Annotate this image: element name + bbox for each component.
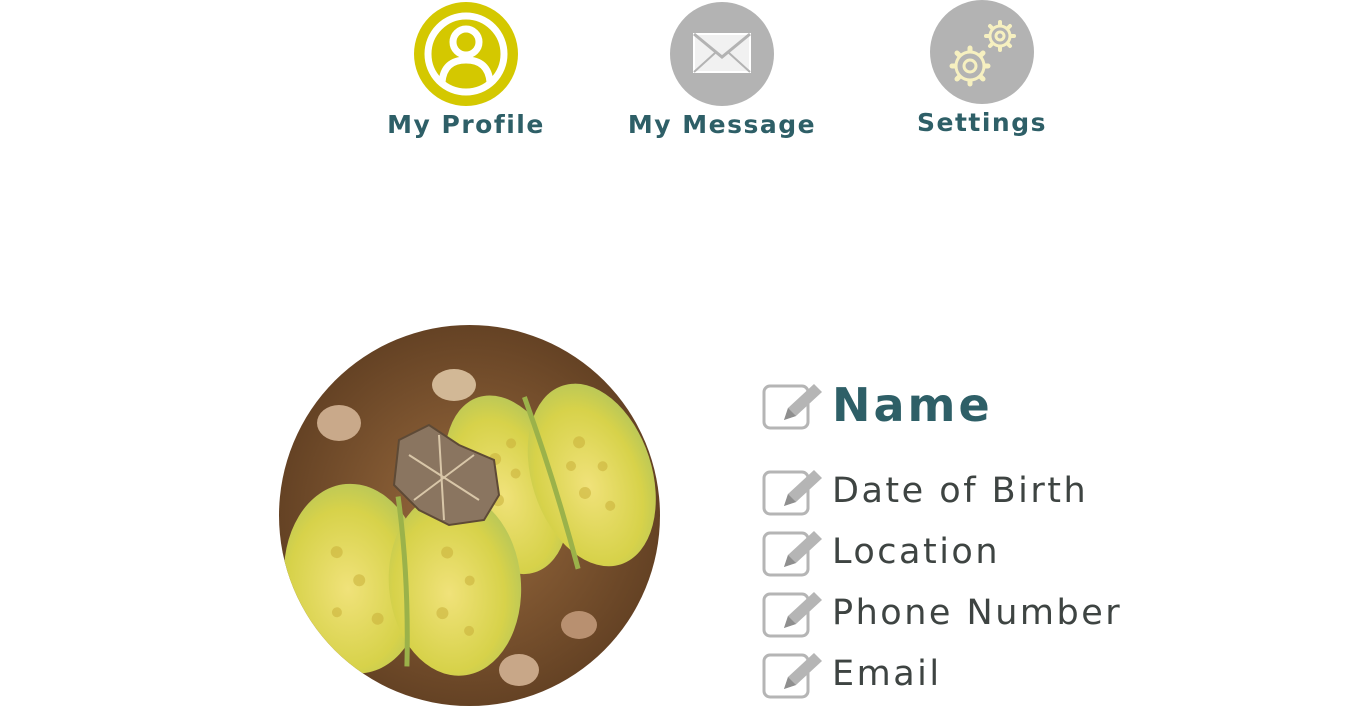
field-email[interactable]: Email — [762, 649, 942, 699]
field-date-of-birth[interactable]: Date of Birth — [762, 466, 1088, 516]
nav-label-my-profile: My Profile — [387, 110, 545, 139]
edit-icon[interactable] — [762, 466, 824, 516]
edit-icon[interactable] — [762, 527, 824, 577]
edit-icon[interactable] — [762, 649, 824, 699]
field-label-location: Location — [832, 532, 1001, 572]
avatar[interactable] — [279, 325, 660, 706]
field-label-email: Email — [832, 654, 942, 694]
nav-my-profile[interactable]: My Profile — [382, 2, 550, 139]
gears-icon[interactable] — [930, 0, 1034, 104]
nav-label-my-message: My Message — [627, 110, 817, 139]
edit-icon[interactable] — [762, 380, 824, 430]
envelope-icon[interactable] — [670, 2, 774, 106]
field-name[interactable]: Name — [762, 378, 993, 432]
profile-icon[interactable] — [414, 2, 518, 106]
field-location[interactable]: Location — [762, 527, 1000, 577]
field-label-phone-number: Phone Number — [832, 593, 1123, 633]
field-phone-number[interactable]: Phone Number — [762, 588, 1122, 638]
nav-settings[interactable]: Settings — [912, 0, 1052, 137]
edit-icon[interactable] — [762, 588, 824, 638]
field-label-date-of-birth: Date of Birth — [832, 471, 1089, 511]
nav-label-settings: Settings — [916, 108, 1047, 137]
field-label-name: Name — [832, 378, 993, 432]
nav-my-message[interactable]: My Message — [622, 2, 822, 139]
